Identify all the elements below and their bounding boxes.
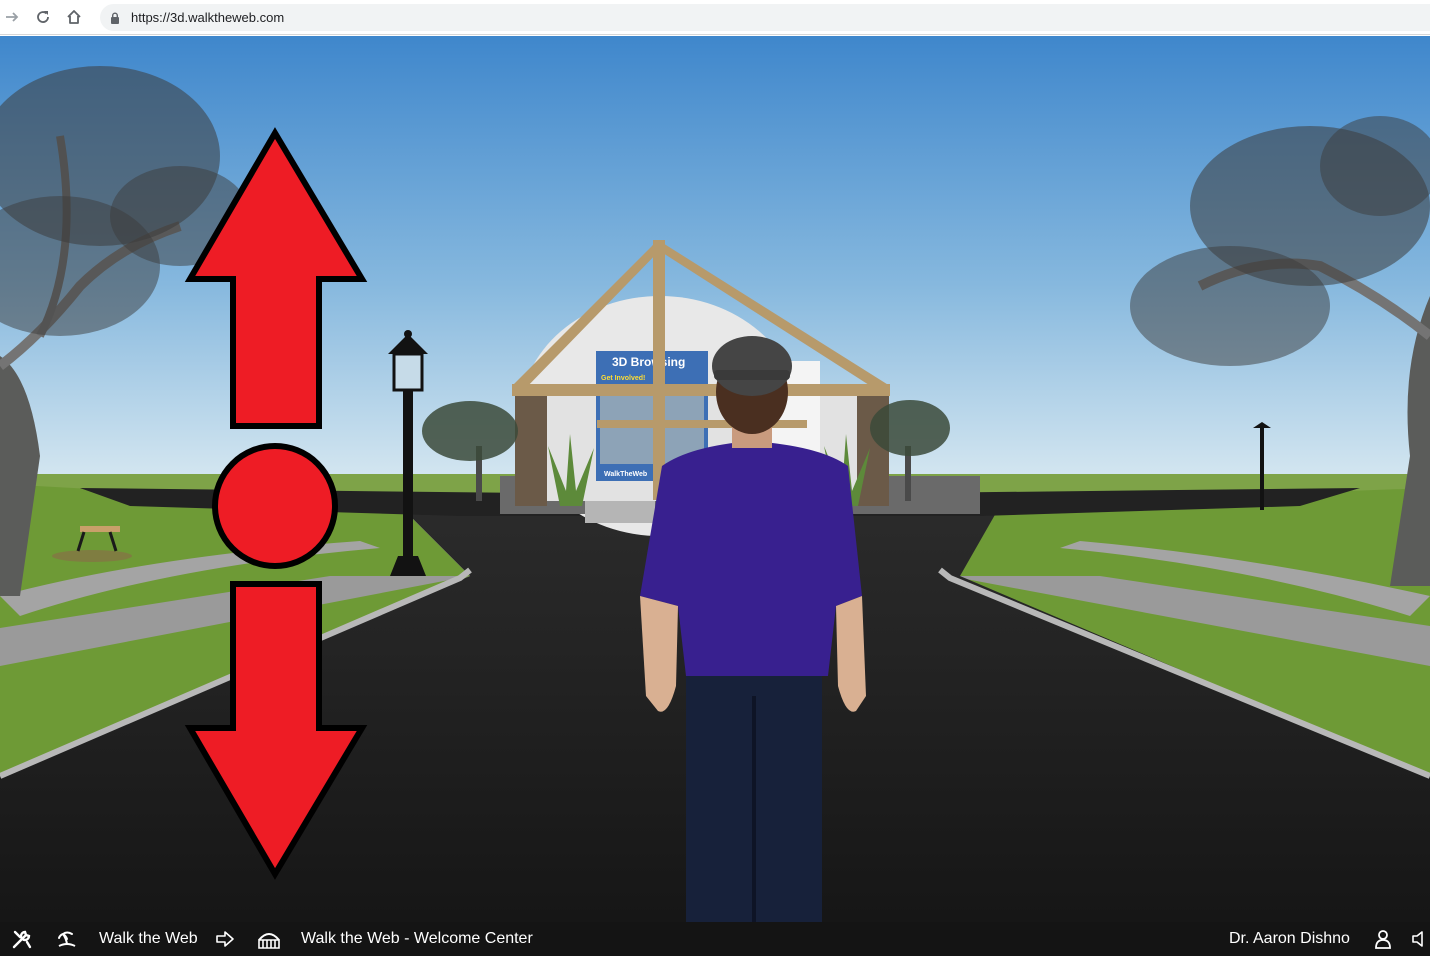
home-icon[interactable] xyxy=(63,6,85,28)
location-name-link[interactable]: Walk the Web - Welcome Center xyxy=(301,930,533,948)
avatar-cap xyxy=(712,336,792,396)
browser-toolbar: https://3d.walktheweb.com xyxy=(0,0,1430,35)
bottom-toolbar: Walk the Web Walk the Web - Welcome Cent… xyxy=(0,922,1430,956)
front-steps xyxy=(585,501,655,523)
reload-icon[interactable] xyxy=(32,6,54,28)
3d-scene-canvas[interactable]: 3D Browsing Get Involved! WalkTheWeb xyxy=(0,36,1430,922)
user-icon[interactable] xyxy=(1371,927,1395,951)
move-control-overlay xyxy=(184,127,368,880)
info-board-title: 3D Browsing xyxy=(612,355,685,369)
info-board-subtitle: Get Involved! xyxy=(601,375,645,382)
tools-icon[interactable] xyxy=(10,927,34,951)
site-name-link[interactable]: Walk the Web xyxy=(99,930,198,948)
center-post xyxy=(653,240,665,500)
wall-panel-left xyxy=(515,394,547,506)
building-icon[interactable] xyxy=(257,927,281,951)
stop-circle xyxy=(212,443,338,569)
info-board-footer: WalkTheWeb xyxy=(604,471,647,478)
address-bar[interactable]: https://3d.walktheweb.com xyxy=(100,4,1430,31)
forward-arrow-icon[interactable] xyxy=(1,6,23,28)
lock-icon xyxy=(110,11,120,29)
speaker-icon[interactable] xyxy=(1411,927,1430,951)
cross-beam xyxy=(512,384,890,396)
arrow-right-icon xyxy=(213,927,237,951)
url-text: https://3d.walktheweb.com xyxy=(131,10,285,25)
island-icon[interactable] xyxy=(55,927,79,951)
avatar-arm-right xyxy=(836,596,866,712)
user-name-link[interactable]: Dr. Aaron Dishno xyxy=(1229,930,1350,948)
